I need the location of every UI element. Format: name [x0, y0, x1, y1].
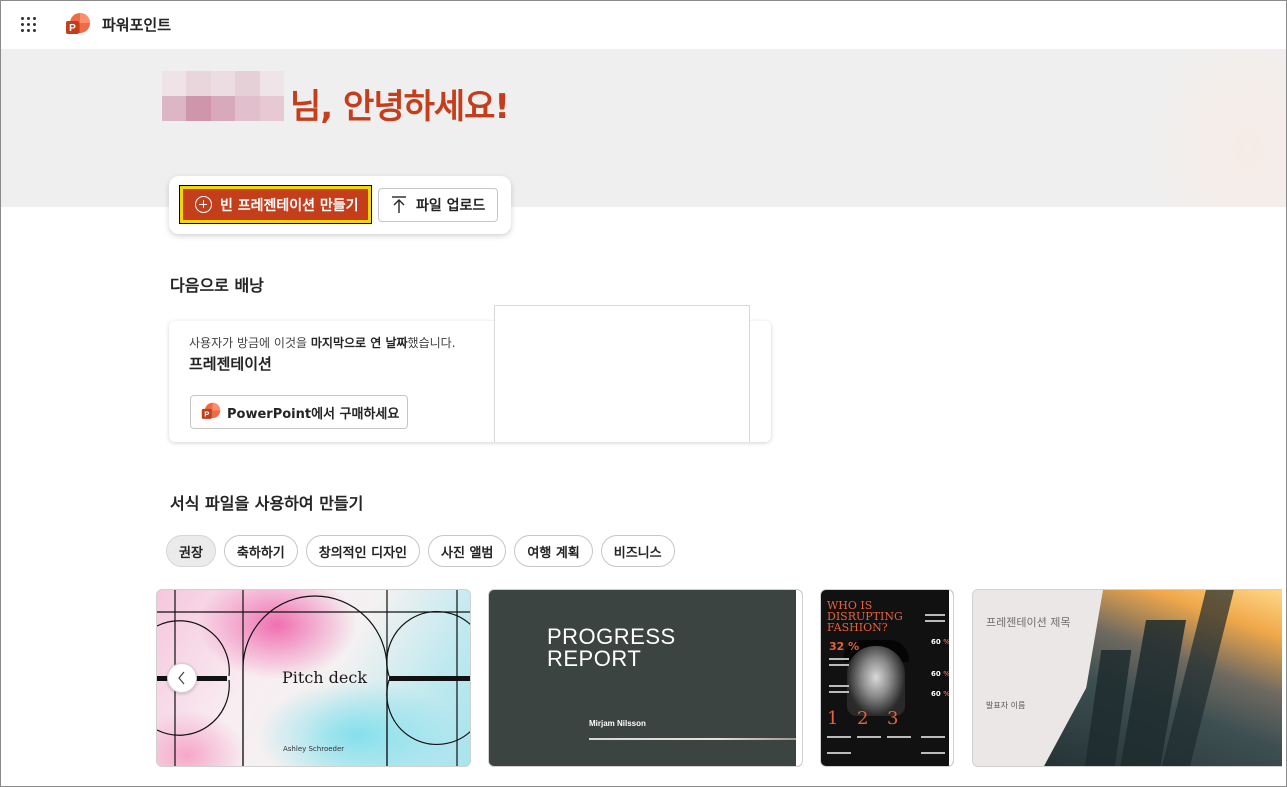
stat-right-1: 60 %: [931, 638, 951, 646]
chip-business[interactable]: 비즈니스: [600, 535, 675, 567]
upload-file-button[interactable]: 파일 업로드: [378, 188, 498, 222]
waffle-grid-icon[interactable]: [21, 17, 37, 33]
desc-bold: 마지막으로 연 날짜: [310, 336, 408, 350]
quick-actions-card: 빈 프레젠테이션 만들기 파일 업로드: [169, 176, 511, 234]
recent-file-name[interactable]: 프레젠테이션: [189, 353, 272, 374]
app-title[interactable]: 파워포인트: [102, 14, 171, 35]
template-fashion-infographic[interactable]: WHO IS DISRUPTING FASHION? 32 % 60 % 60 …: [820, 589, 954, 767]
upload-file-label: 파일 업로드: [416, 198, 486, 214]
template-divider: [589, 738, 802, 740]
template-title-line1: PROGRESS: [547, 624, 676, 649]
recent-file-description: 사용자가 방금에 이것을 마지막으로 연 날짜했습니다.: [189, 334, 456, 351]
stat-right-3: 60 %: [931, 690, 951, 698]
model-portrait: [847, 646, 905, 716]
svg-text:P: P: [69, 23, 76, 34]
top-bar: P 파워포인트: [1, 1, 1286, 49]
stat-right-3-value: 60: [931, 690, 941, 698]
template-category-chips: 권장 축하하기 창의적인 디자인 사진 앨범 여행 계획 비즈니스: [166, 535, 675, 567]
template-pitch-deck[interactable]: Pitch deck Ashley Schroeder: [156, 589, 471, 767]
big-number-1: 1: [827, 708, 839, 729]
template-edge: [949, 590, 953, 766]
app-window: P 파워포인트 님, 안녕하세요! 빈 프레젠테이션 만들기 파일 업로드 다음…: [0, 0, 1287, 787]
chevron-left-icon: [178, 671, 185, 685]
stat-right-1-value: 60: [931, 638, 941, 646]
template-city-presentation[interactable]: 프레젠테이션 제목 발표자 이름: [972, 589, 1282, 767]
template-title-line2: REPORT: [547, 646, 642, 671]
add-circle-icon: [195, 196, 212, 213]
templates-section-title: 서식 파일을 사용하여 만들기: [170, 494, 364, 513]
powerpoint-logo-icon: P: [201, 402, 221, 419]
user-name-redacted: [162, 71, 284, 121]
buy-powerpoint-button[interactable]: P PowerPoint에서 구매하세요: [190, 395, 408, 429]
template-subtitle: 발표자 이름: [986, 701, 1026, 710]
template-title: WHO IS DISRUPTING FASHION?: [827, 599, 903, 634]
chip-travel-plan[interactable]: 여행 계획: [514, 535, 593, 567]
buy-powerpoint-label: PowerPoint에서 구매하세요: [227, 406, 400, 422]
hero-decoration: [1148, 49, 1286, 207]
chip-recommended[interactable]: 권장: [166, 535, 216, 567]
stat-right-2: 60 %: [931, 670, 951, 678]
stat-left: 32 %: [829, 640, 860, 653]
recent-file-thumbnail[interactable]: [494, 305, 750, 442]
upload-arrow-icon: [392, 196, 406, 213]
big-number-3: 3: [887, 708, 899, 729]
template-subtitle: Ashley Schroeder: [283, 745, 345, 753]
template-title: Pitch deck: [282, 668, 368, 687]
chip-creative-design[interactable]: 창의적인 디자인: [305, 535, 421, 567]
svg-text:P: P: [204, 410, 209, 419]
pickup-section-title: 다음으로 배낭: [170, 276, 264, 295]
template-title: 프레젠테이션 제목: [986, 616, 1071, 629]
desc-suffix: 했습니다.: [407, 336, 456, 350]
new-blank-presentation-button[interactable]: 빈 프레젠테이션 만들기: [179, 185, 372, 224]
template-subtitle: Mirjam Nilsson: [589, 719, 646, 728]
stat-left-value: 32: [829, 640, 845, 653]
greeting-text: 님, 안녕하세요!: [290, 87, 510, 127]
chip-photo-album[interactable]: 사진 앨범: [428, 535, 507, 567]
template-title: PROGRESS REPORT: [547, 626, 676, 670]
carousel-prev-button[interactable]: [167, 663, 197, 693]
powerpoint-logo-icon[interactable]: P: [65, 12, 91, 38]
template-edge: [796, 590, 802, 766]
big-number-2: 2: [857, 708, 869, 729]
new-blank-presentation-label: 빈 프레젠테이션 만들기: [220, 197, 359, 214]
chip-celebrate[interactable]: 축하하기: [223, 535, 298, 567]
stat-right-2-value: 60: [931, 670, 941, 678]
desc-prefix: 사용자가 방금에 이것을: [189, 336, 311, 350]
template-progress-report[interactable]: PROGRESS REPORT Mirjam Nilsson: [488, 589, 803, 767]
